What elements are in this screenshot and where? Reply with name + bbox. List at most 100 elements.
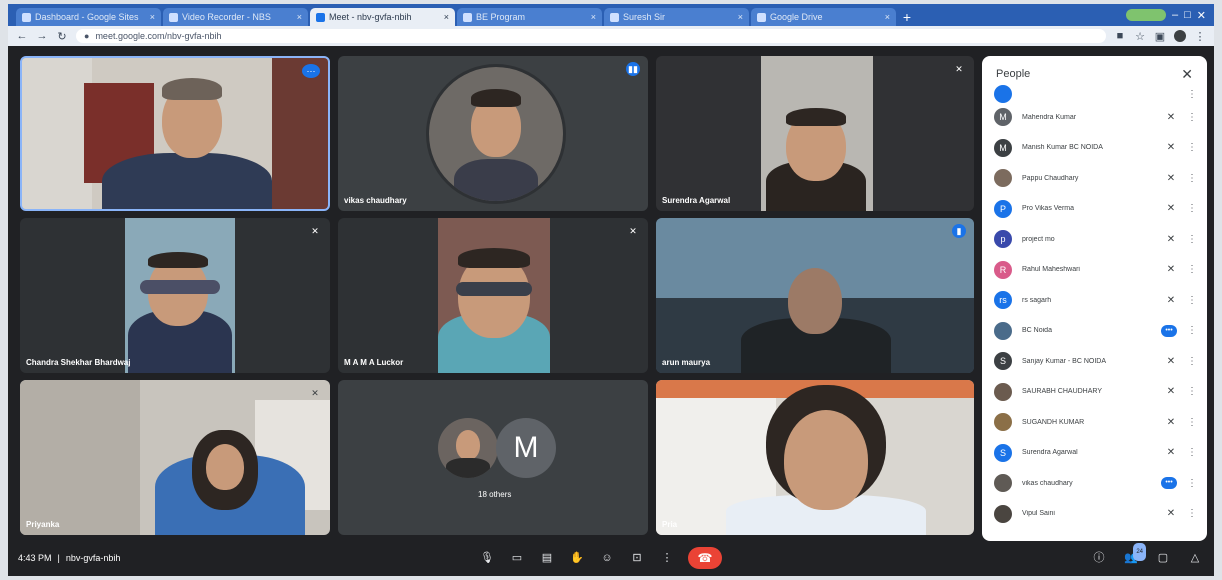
avatar[interactable] (1174, 30, 1186, 42)
meeting-details-button[interactable]: ⓘ (1090, 549, 1108, 567)
participant-row[interactable]: M Manish Kumar BC NOIDA ✕ ⋮ (982, 133, 1207, 164)
camera-indicator-icon[interactable]: ■ (1114, 30, 1126, 42)
participant-tile[interactable]: ✕ M A M A Luckor (338, 218, 648, 373)
reload-icon[interactable]: ↻ (56, 30, 68, 43)
participant-row[interactable]: Vipul Saini ✕ ⋮ (982, 499, 1207, 530)
more-options-icon[interactable]: ⋮ (1187, 478, 1197, 489)
participant-row[interactable]: BC Noida ••• ⋮ (982, 316, 1207, 347)
more-options-icon[interactable]: ⋮ (1187, 203, 1197, 214)
participant-row[interactable]: SAURABH CHAUDHARY ✕ ⋮ (982, 377, 1207, 408)
browser-tab-active[interactable]: Meet - nbv-gvfa-nbih × (310, 8, 455, 26)
mic-off-icon[interactable]: ✕ (1165, 447, 1177, 458)
others-tile[interactable]: M 18 others (338, 380, 648, 535)
close-panel-button[interactable]: ✕ (1181, 66, 1193, 83)
close-tab-icon[interactable]: × (297, 8, 302, 26)
bookmark-star-icon[interactable]: ☆ (1134, 30, 1146, 43)
maximize-icon[interactable]: □ (1184, 9, 1191, 21)
participant-row[interactable]: vikas chaudhary ••• ⋮ (982, 468, 1207, 499)
close-tab-icon[interactable]: × (150, 8, 155, 26)
close-tab-icon[interactable]: × (738, 8, 743, 26)
forward-icon[interactable]: → (36, 30, 48, 42)
participant-tile[interactable]: Pria (656, 380, 974, 535)
browser-tab[interactable]: Suresh Sir × (604, 8, 749, 26)
menu-icon[interactable]: ⋮ (1194, 30, 1206, 43)
profile-pill[interactable] (1126, 9, 1166, 21)
participant-tile[interactable]: ⋯ (20, 56, 330, 211)
more-options-icon[interactable]: ⋮ (1187, 142, 1197, 153)
participant-row[interactable]: S Sanjay Kumar - BC NOIDA ✕ ⋮ (982, 346, 1207, 377)
participant-tile[interactable]: ▮ arun maurya (656, 218, 974, 373)
mic-off-icon[interactable]: ✕ (1165, 386, 1177, 397)
more-options-icon[interactable]: ⋮ (1187, 386, 1197, 397)
people-button[interactable]: 👥 24 (1122, 543, 1146, 567)
mic-off-icon[interactable]: ✕ (1165, 234, 1177, 245)
speaking-indicator-icon: ••• (1161, 477, 1177, 490)
browser-tab[interactable]: BE Program × (457, 8, 602, 26)
new-tab-button[interactable]: + (898, 8, 916, 26)
more-options-button[interactable]: ⋮ (658, 549, 676, 567)
close-window-icon[interactable]: ✕ (1197, 9, 1206, 22)
url-text: meet.google.com/nbv-gvfa-nbih (95, 31, 222, 41)
close-tab-icon[interactable]: × (885, 8, 890, 26)
more-options-icon[interactable]: ⋮ (1187, 325, 1197, 336)
more-options-icon[interactable]: ⋮ (1187, 356, 1197, 367)
meet-stage: ⋯ ▮▮ vikas chaudhary ✕ Surendra Agarwal (8, 46, 1214, 576)
microphone-button[interactable]: 🎙 (478, 549, 496, 567)
participant-tile[interactable]: ✕ Priyanka (20, 380, 330, 535)
close-tab-icon[interactable]: × (444, 8, 449, 26)
minimize-icon[interactable]: – (1172, 9, 1178, 21)
participant-row[interactable]: SUGANDH KUMAR ✕ ⋮ (982, 407, 1207, 438)
more-options-icon[interactable]: ⋮ (1187, 417, 1197, 428)
participant-row[interactable]: R Rahul Maheshwari ✕ ⋮ (982, 255, 1207, 286)
participant-row[interactable]: Pappu Chaudhary ✕ ⋮ (982, 163, 1207, 194)
chat-button[interactable]: ▢ (1154, 549, 1172, 567)
mic-off-icon[interactable]: ✕ (1165, 417, 1177, 428)
browser-tab[interactable]: Dashboard - Google Sites × (16, 8, 161, 26)
mic-off-icon[interactable]: ✕ (1165, 295, 1177, 306)
participant-row[interactable]: rs rs sagarh ✕ ⋮ (982, 285, 1207, 316)
camera-button[interactable]: ▭ (508, 549, 526, 567)
activities-button[interactable]: △ (1186, 549, 1204, 567)
back-icon[interactable]: ← (16, 30, 28, 42)
browser-tab[interactable]: Google Drive × (751, 8, 896, 26)
more-options-icon[interactable]: ⋮ (1187, 447, 1197, 458)
more-options-icon[interactable]: ⋮ (1187, 173, 1197, 184)
participant-tile[interactable]: ✕ Chandra Shekhar Bhardwaj (20, 218, 330, 373)
mic-off-icon[interactable]: ✕ (1165, 173, 1177, 184)
mic-off-icon[interactable]: ✕ (1165, 203, 1177, 214)
raise-hand-button[interactable]: ✋ (568, 549, 586, 567)
more-options-icon[interactable]: ⋮ (1187, 234, 1197, 245)
browser-tab[interactable]: Video Recorder - NBS × (163, 8, 308, 26)
more-options-icon[interactable]: ⋮ (1187, 112, 1197, 123)
present-button[interactable]: ⊡ (628, 549, 646, 567)
mic-off-icon: ✕ (955, 64, 963, 74)
people-count-badge: 24 (1133, 543, 1146, 561)
captions-button[interactable]: ▤ (538, 549, 556, 567)
avatar (994, 169, 1012, 188)
mic-off-icon[interactable]: ✕ (1165, 508, 1177, 519)
more-options-icon[interactable]: ⋯ (302, 64, 320, 78)
emoji-reactions-button[interactable]: ☺ (598, 549, 616, 567)
participant-tile[interactable]: ✕ Surendra Agarwal (656, 56, 974, 211)
people-panel: People ✕ ✕⋮MMahendra Kumar✕⋮MManish Kuma… (982, 56, 1207, 541)
participant-row[interactable]: ✕⋮ (982, 85, 1207, 103)
address-bar[interactable]: ● meet.google.com/nbv-gvfa-nbih (76, 29, 1106, 43)
extensions-icon[interactable]: ▣ (1154, 30, 1166, 43)
participant-tile[interactable]: ▮▮ vikas chaudhary (338, 56, 648, 211)
mic-off-icon[interactable]: ✕ (1165, 142, 1177, 153)
participant-row[interactable]: M Mahendra Kumar ✕ ⋮ (982, 102, 1207, 133)
mic-off-icon[interactable]: ✕ (1165, 356, 1177, 367)
participant-row[interactable]: p project mo ✕ ⋮ (982, 224, 1207, 255)
more-options-icon[interactable]: ⋮ (1187, 295, 1197, 306)
mic-off-icon[interactable]: ✕ (1165, 264, 1177, 275)
participant-row[interactable]: P Pro Vikas Verma ✕ ⋮ (982, 194, 1207, 225)
close-tab-icon[interactable]: × (591, 8, 596, 26)
avatar: M (994, 108, 1012, 127)
participant-name: Rahul Maheshwari (1022, 266, 1080, 274)
participant-row[interactable]: S Surendra Agarwal ✕ ⋮ (982, 438, 1207, 469)
mic-off-icon[interactable]: ✕ (1165, 112, 1177, 123)
more-options-icon[interactable]: ⋮ (1187, 508, 1197, 519)
more-options-icon[interactable]: ⋮ (1187, 264, 1197, 275)
leave-call-button[interactable]: ☎ (688, 547, 722, 569)
more-options-icon[interactable]: ⋮ (1187, 89, 1197, 100)
